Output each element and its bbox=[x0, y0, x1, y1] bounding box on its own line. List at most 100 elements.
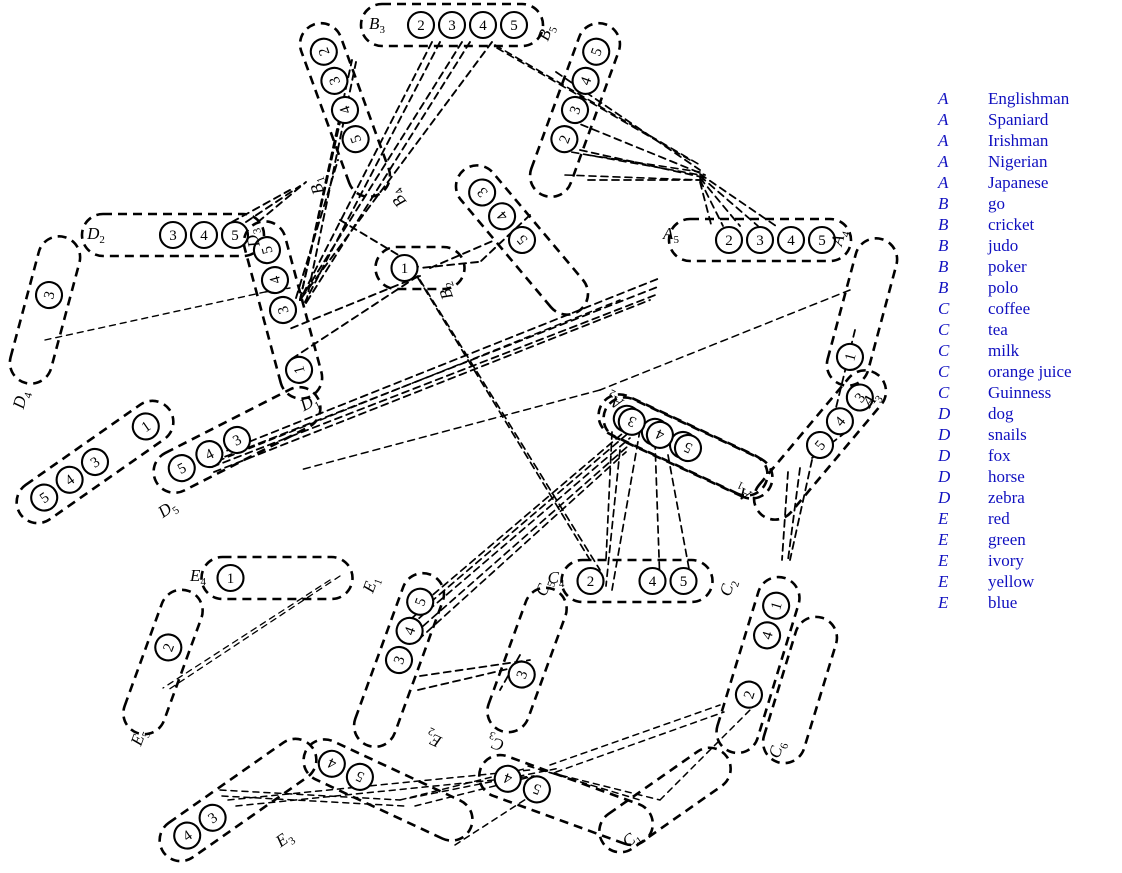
legend-label: ivory bbox=[988, 551, 1024, 570]
group-outline bbox=[825, 237, 899, 387]
node[interactable]: 1 bbox=[390, 253, 419, 283]
node[interactable]: 4 bbox=[491, 762, 524, 795]
group-label: E4 bbox=[190, 566, 206, 588]
node[interactable]: 1 bbox=[216, 563, 245, 593]
node[interactable]: 4 bbox=[192, 437, 227, 472]
node-label: 4 bbox=[649, 574, 657, 590]
node[interactable]: 2 bbox=[548, 122, 581, 155]
legend-row: Egreen bbox=[938, 529, 1072, 550]
node-label: 2 bbox=[587, 574, 595, 590]
node[interactable]: 4 bbox=[315, 747, 350, 782]
legend-label: tea bbox=[988, 320, 1008, 339]
node[interactable]: 3 bbox=[267, 294, 299, 326]
node[interactable]: 5 bbox=[164, 451, 199, 486]
legend-label: orange juice bbox=[988, 362, 1072, 381]
legend-symbol: B bbox=[938, 215, 949, 234]
legend-symbol: D bbox=[938, 467, 951, 486]
node[interactable]: 5 bbox=[343, 760, 378, 795]
legend-symbol: E bbox=[938, 509, 949, 528]
node[interactable]: 2 bbox=[576, 566, 605, 596]
node[interactable]: 4 bbox=[328, 93, 361, 126]
group-label-index: 4 bbox=[200, 576, 206, 589]
legend-row: Eyellow bbox=[938, 571, 1072, 592]
node[interactable]: 4 bbox=[393, 614, 426, 647]
legend-symbol: A bbox=[938, 89, 949, 108]
legend-symbol: D bbox=[938, 488, 951, 507]
node[interactable]: 2 bbox=[714, 225, 744, 255]
node[interactable]: 3 bbox=[33, 279, 65, 311]
node[interactable]: 2 bbox=[152, 631, 185, 664]
node[interactable]: 4 bbox=[468, 10, 498, 40]
legend-symbol: E bbox=[938, 551, 949, 570]
node[interactable]: 1 bbox=[283, 354, 315, 386]
node[interactable]: 2 bbox=[733, 678, 765, 710]
legend-row: Ctea bbox=[938, 319, 1072, 340]
group-outline bbox=[598, 746, 732, 854]
legend-label: Nigerian bbox=[988, 152, 1048, 171]
legend-symbol: C bbox=[938, 362, 950, 381]
node[interactable]: 4 bbox=[751, 619, 783, 651]
legend-row: A Irishman bbox=[938, 130, 1072, 151]
node-label: 1 bbox=[401, 261, 409, 277]
legend-label: Spaniard bbox=[988, 110, 1049, 129]
group-outline bbox=[122, 588, 204, 736]
node[interactable]: 3 bbox=[745, 225, 775, 255]
legend-symbol: E bbox=[938, 530, 949, 549]
legend-row: Bjudo bbox=[938, 235, 1072, 256]
node[interactable]: 5 bbox=[404, 585, 437, 618]
legend-row: Bpoker bbox=[938, 256, 1072, 277]
legend-row: Bcricket bbox=[938, 214, 1072, 235]
legend-table: A Englishman A Spaniard A Irishman A Nigerian A J… bbox=[938, 88, 1072, 613]
node-group: 2 41 bbox=[715, 575, 801, 755]
node[interactable]: 2 bbox=[406, 10, 436, 40]
node[interactable]: 5 bbox=[339, 122, 372, 155]
legend-label: coffee bbox=[988, 299, 1031, 318]
node-group: 2 3 4 5 bbox=[359, 2, 545, 48]
node[interactable]: 3 bbox=[318, 64, 351, 97]
node[interactable]: 1 bbox=[760, 589, 792, 621]
group-outline bbox=[302, 738, 474, 842]
legend-symbol: E bbox=[938, 572, 949, 591]
legend-label: polo bbox=[988, 278, 1019, 297]
legend-row: C Guinness bbox=[938, 382, 1072, 403]
node[interactable]: 1 bbox=[834, 341, 866, 373]
legend-symbol: B bbox=[938, 278, 949, 297]
node-label: 4 bbox=[787, 233, 795, 249]
node-group: 543 bbox=[454, 164, 590, 316]
group-label-index: 3 bbox=[379, 24, 385, 37]
node[interactable]: 4 bbox=[189, 220, 219, 250]
node[interactable]: 5 bbox=[669, 566, 698, 596]
node-group: 54 bbox=[302, 738, 474, 842]
node[interactable]: 3 bbox=[437, 10, 467, 40]
legend-label: yellow bbox=[988, 572, 1035, 591]
node[interactable]: 2 bbox=[307, 35, 340, 68]
node[interactable]: 3 bbox=[158, 220, 188, 250]
legend-row: Bpolo bbox=[938, 277, 1072, 298]
node-label: 1 bbox=[227, 571, 235, 587]
node-group: 1 bbox=[200, 555, 354, 601]
legend: A Englishman A Spaniard A Irishman A Nigerian A J… bbox=[938, 88, 1118, 613]
node[interactable]: 3 bbox=[382, 643, 415, 676]
node[interactable]: 3 bbox=[558, 93, 591, 126]
legend-label: poker bbox=[988, 257, 1027, 276]
node[interactable]: 1 bbox=[128, 408, 164, 444]
node[interactable]: 5 bbox=[580, 35, 613, 68]
node[interactable]: 4 bbox=[776, 225, 806, 255]
node-label: 4 bbox=[479, 18, 487, 34]
legend-row: Dfox bbox=[938, 445, 1072, 466]
node-group: 1 bbox=[825, 237, 899, 387]
node-group: 2 4 5 bbox=[560, 558, 714, 604]
node[interactable]: 5 bbox=[499, 10, 529, 40]
legend-label: red bbox=[988, 509, 1010, 528]
node-group: 2 bbox=[122, 588, 204, 736]
node-label: 2 bbox=[417, 18, 425, 34]
legend-row: Ddog bbox=[938, 403, 1072, 424]
legend-label: fox bbox=[988, 446, 1011, 465]
node-label: 5 bbox=[510, 18, 518, 34]
legend-row: A Japanese bbox=[938, 172, 1072, 193]
legend-label: green bbox=[988, 530, 1026, 549]
legend-label: zebra bbox=[988, 488, 1025, 507]
node[interactable]: 4 bbox=[259, 264, 291, 296]
legend-row: Bgo bbox=[938, 193, 1072, 214]
node[interactable]: 4 bbox=[638, 566, 667, 596]
